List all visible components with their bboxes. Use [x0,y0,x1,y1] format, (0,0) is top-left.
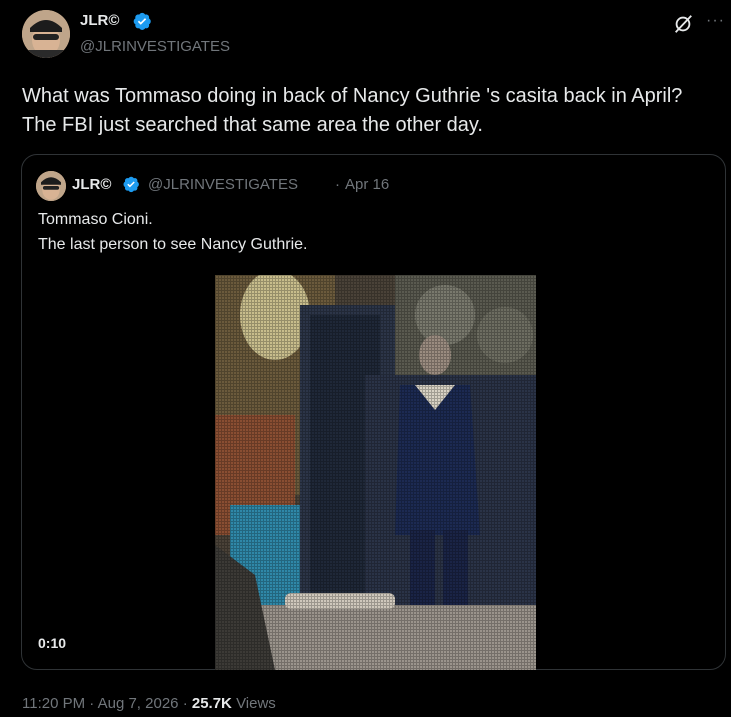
quoted-text-line: The last person to see Nancy Guthrie. [38,236,308,253]
separator-dot: · [335,176,340,193]
verified-badge-icon [123,176,139,193]
video-thumbnail[interactable] [215,275,536,670]
separator-dot: · [89,695,95,712]
avatar-photo [22,10,70,58]
video-duration: 0:10 [38,635,67,651]
tweet-time[interactable]: 11:20 PM [22,695,85,712]
author-name[interactable]: JLR© [80,12,119,29]
verified-badge-icon [133,12,151,30]
tweet-meta: 11:20 PM · Aug 7, 2026 · 25.7K Views [22,695,276,712]
quoted-author-avatar[interactable] [36,171,66,201]
separator-dot: · [182,695,188,712]
tweet-text: What was Tommaso doing in back of Nancy … [22,85,683,136]
video-frame [215,275,536,670]
quoted-text-line: Tommaso Cioni. [38,211,153,228]
views-label: Views [236,695,276,712]
quoted-tweet-card[interactable]: JLR© @JLRINVESTIGATES · Apr 16 Tommaso C… [21,154,726,670]
avatar-photo [36,171,66,201]
author-avatar[interactable] [22,10,70,58]
author-handle[interactable]: @JLRINVESTIGATES [80,38,230,55]
tweet-date[interactable]: Aug 7, 2026 [98,695,179,712]
grok-icon[interactable] [672,13,694,35]
more-icon[interactable]: ··· [706,12,725,30]
views-count[interactable]: 25.7K [192,695,232,712]
quoted-author-name[interactable]: JLR© [72,176,111,193]
quoted-date[interactable]: Apr 16 [345,176,389,193]
quoted-author-handle[interactable]: @JLRINVESTIGATES [148,176,298,193]
quoted-text: Tommaso Cioni. The last person to see Na… [38,207,307,257]
